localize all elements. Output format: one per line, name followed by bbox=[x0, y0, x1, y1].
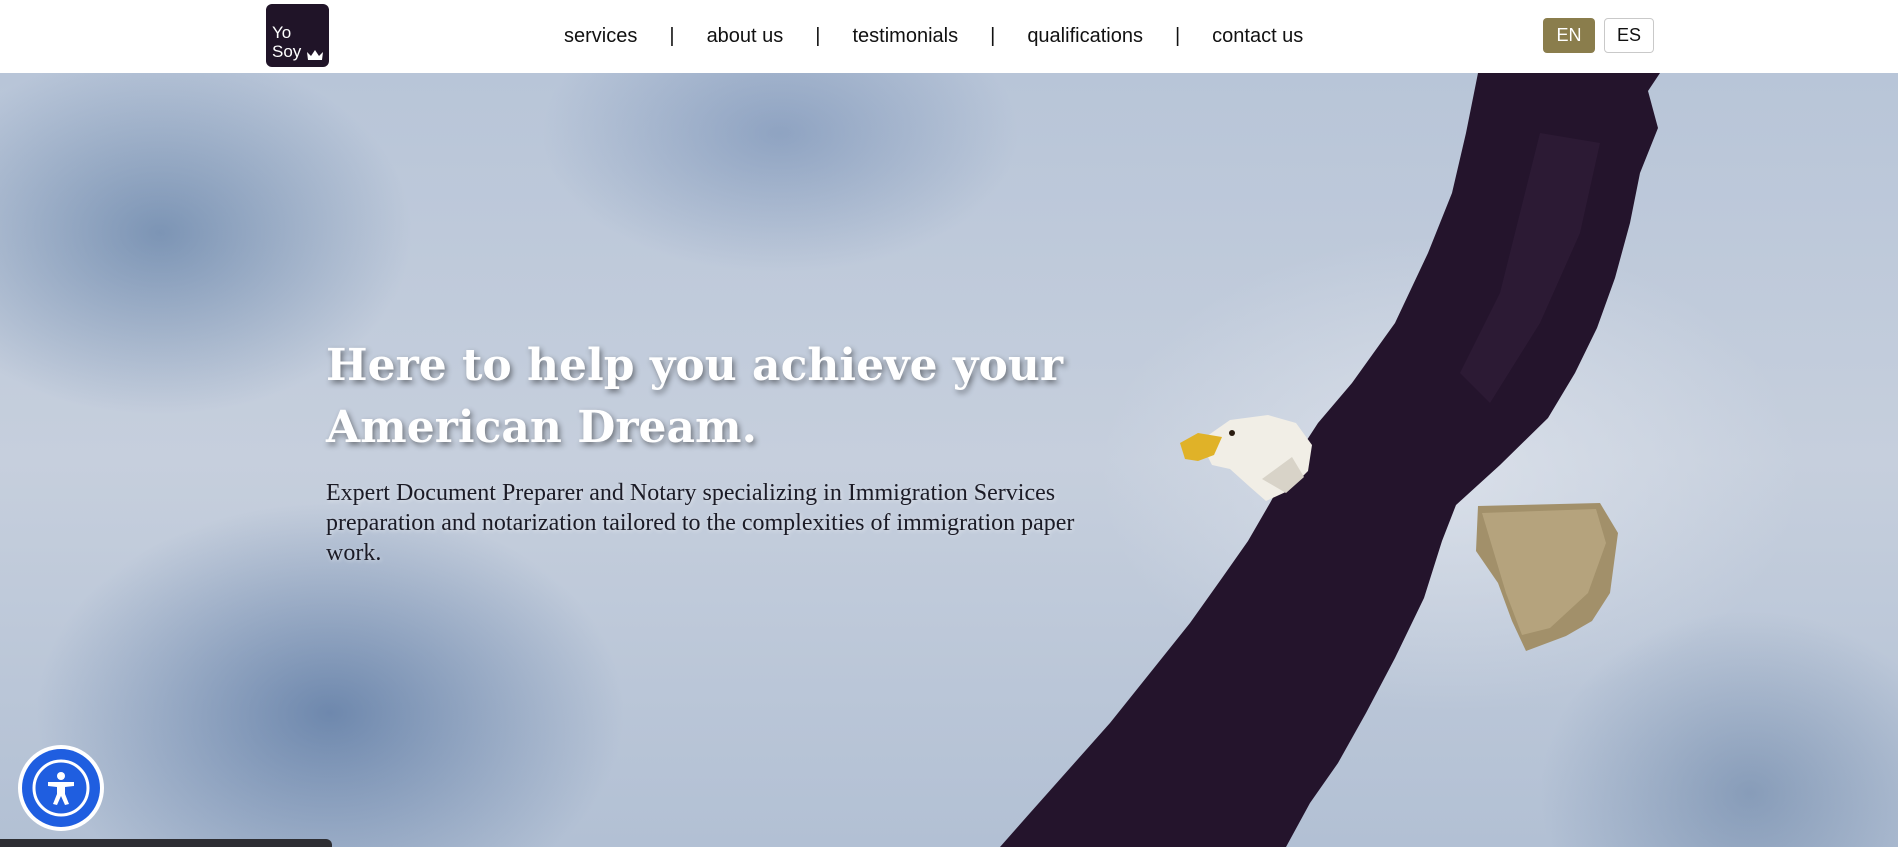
nav-about-us[interactable]: about us bbox=[707, 25, 784, 48]
accessibility-icon-background bbox=[22, 749, 100, 827]
language-en-button[interactable]: EN bbox=[1543, 18, 1595, 53]
accessibility-button[interactable] bbox=[18, 745, 104, 831]
bottom-widget-tab[interactable] bbox=[0, 839, 332, 847]
logo-text-soy: Soy bbox=[272, 42, 302, 61]
logo-text-yo: Yo bbox=[272, 23, 292, 42]
eagle-image bbox=[1000, 73, 1660, 847]
main-nav: services | about us | testimonials | qua… bbox=[564, 24, 1303, 48]
logo[interactable]: Yo Soy bbox=[266, 4, 329, 67]
hero-section: Here to help you achieve your American D… bbox=[0, 73, 1898, 847]
nav-services[interactable]: services bbox=[564, 25, 637, 48]
crown-icon bbox=[307, 50, 323, 60]
hero-description: Expert Document Preparer and Notary spec… bbox=[326, 480, 1075, 566]
language-es-button[interactable]: ES bbox=[1604, 18, 1654, 53]
nav-separator: | bbox=[815, 24, 821, 47]
nav-qualifications[interactable]: qualifications bbox=[1027, 25, 1143, 48]
nav-separator: | bbox=[669, 24, 675, 47]
nav-testimonials[interactable]: testimonials bbox=[853, 25, 959, 48]
nav-separator: | bbox=[990, 24, 996, 47]
nav-contact-us[interactable]: contact us bbox=[1212, 25, 1303, 48]
site-header: Yo Soy services | about us | testimonial… bbox=[0, 0, 1898, 73]
hero-title: Here to help you achieve your American D… bbox=[326, 340, 1064, 453]
nav-separator: | bbox=[1174, 24, 1181, 47]
accessibility-icon bbox=[32, 759, 90, 817]
